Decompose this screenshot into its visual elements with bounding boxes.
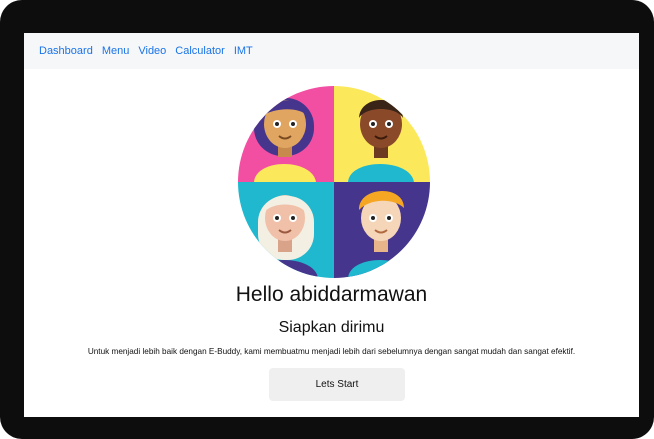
team-avatars-illustration — [238, 86, 430, 278]
nav-link-calculator[interactable]: Calculator — [175, 45, 225, 57]
description-text: Untuk menjadi lebih baik dengan E-Buddy,… — [87, 347, 576, 356]
nav-link-menu[interactable]: Menu — [102, 45, 130, 57]
top-navbar: Dashboard Menu Video Calculator IMT — [24, 33, 639, 69]
greeting-heading: Hello abiddarmawan — [235, 283, 428, 306]
app-screen: Dashboard Menu Video Calculator IMT Hell… — [24, 33, 639, 417]
nav-link-video[interactable]: Video — [138, 45, 166, 57]
device-frame: Dashboard Menu Video Calculator IMT Hell… — [0, 0, 654, 439]
lets-start-button[interactable]: Lets Start — [269, 368, 405, 401]
subtitle-text: Siapkan dirimu — [278, 319, 385, 336]
nav-link-imt[interactable]: IMT — [234, 45, 253, 57]
nav-link-dashboard[interactable]: Dashboard — [39, 45, 93, 57]
